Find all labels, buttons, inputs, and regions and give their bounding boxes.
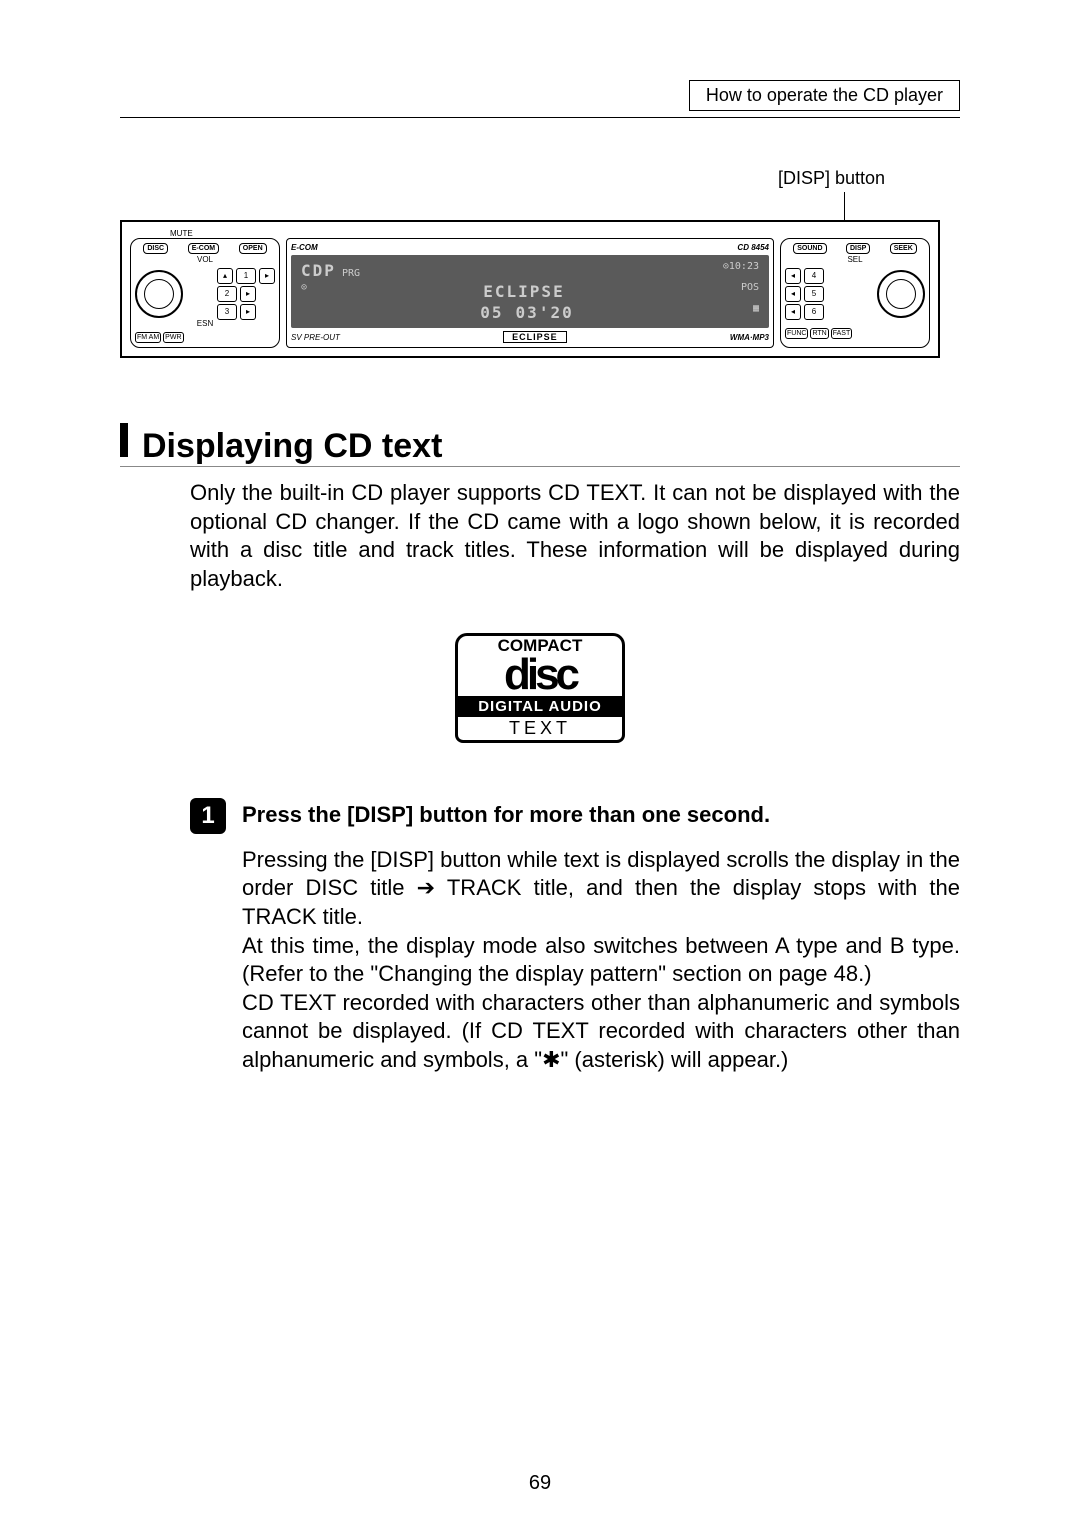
step-title: Press the [DISP] button for more than on… [242,798,770,834]
prev-icon: ◂ [785,286,801,302]
cd-logo-text: TEXT [455,717,625,743]
preset-2: 2 [217,286,237,302]
esn-label: ESN [135,320,275,328]
section-heading-row: Displaying CD text [120,423,960,467]
open-button: OPEN [239,243,267,254]
pwr-button: PWR [163,332,183,343]
ecom-button: E-COM [188,243,219,254]
prev-icon: ◂ [785,304,801,320]
mute-label: MUTE [170,230,930,238]
prev-icon: ◂ [785,268,801,284]
rtn-button: RTN [810,328,828,339]
play-icon: ▸ [259,268,275,284]
accent-bar [120,423,128,457]
func-button: FUNC [785,328,808,339]
eclipse-badge: ECLIPSE [503,331,567,343]
lcd-time: 03'20 [516,303,574,322]
model-label: CD 8454 [737,243,769,252]
play-icon: ▸ [240,286,256,302]
wma-label: WMA·MP3 [730,333,769,342]
preset-6: 6 [804,304,824,320]
breadcrumb: How to operate the CD player [689,80,960,111]
disc-button: DISC [143,243,168,254]
preset-4: 4 [804,268,824,284]
sv-label: SV PRE-OUT [291,333,340,342]
sound-button: SOUND [793,243,826,254]
cd-logo-digital: DIGITAL AUDIO [455,696,625,717]
fm-am-button: FM AM [135,332,161,343]
step-number: 1 [190,798,226,834]
seek-button: SEEK [890,243,917,254]
fast-button: FAST [831,328,853,339]
preset-1: 1 [236,268,256,284]
left-controls: DISC E-COM OPEN VOL ▴1▸ 2▸ 3▸ ESN FM AM [130,238,280,348]
disp-button: DISP [846,243,870,254]
lcd-screen: CDP PRG ⊙10:23 ⊙ ECLIPSE POS 05 03'20 ▦ [291,255,769,328]
play-icon: ▸ [240,304,256,320]
sel-knob [877,270,925,318]
lcd-clock: ⊙10:23 [723,261,759,280]
page-number: 69 [0,1472,1080,1495]
callout-row: [DISP] button [120,168,960,208]
center-display: E-COM CD 8454 CDP PRG ⊙10:23 ⊙ ECLIPSE P… [286,238,774,348]
cd-text-logo: COMPACT disc DIGITAL AUDIO TEXT [455,633,625,742]
lcd-pos: POS [741,282,759,301]
knob [135,270,183,318]
lcd-mode: CDP [301,261,336,280]
header: How to operate the CD player [120,80,960,118]
device-diagram: MUTE DISC E-COM OPEN VOL ▴1▸ 2▸ 3▸ ES [120,220,940,358]
preset-3: 3 [217,304,237,320]
section-body: Only the built-in CD player supports CD … [120,479,960,593]
lcd-track: 05 [480,303,503,322]
sel-label: SEL [785,256,925,264]
vol-label: VOL [135,256,275,264]
preset-5: 5 [804,286,824,302]
lcd-title: ECLIPSE [483,282,564,301]
preset-sym: ▴ [217,268,233,284]
disp-button-callout: [DISP] button [778,168,885,189]
step-header: 1 Press the [DISP] button for more than … [120,798,960,834]
step-body: Pressing the [DISP] button while text is… [120,846,960,1075]
cd-logo-disc: disc [458,656,622,695]
right-controls: SOUND DISP SEEK SEL ◂4 ◂5 ◂6 FUNC RTN [780,238,930,348]
brand-label: E-COM [291,243,318,252]
callout-leader-line [844,192,845,220]
section-title: Displaying CD text [142,427,442,466]
manual-page: How to operate the CD player [DISP] butt… [0,0,1080,1533]
lcd-prg: PRG [342,268,360,279]
